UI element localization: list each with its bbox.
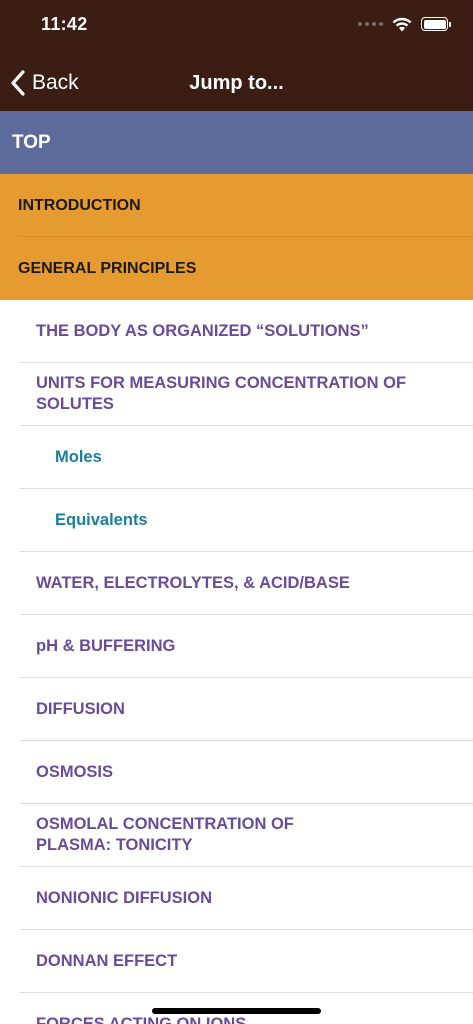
list-item[interactable]: OSMOLAL CONCENTRATION OF PLASMA: TONICIT… [19, 804, 473, 867]
list-item[interactable]: Moles [19, 426, 473, 489]
list-item-label: OSMOSIS [36, 762, 114, 781]
list-item-label: DONNAN EFFECT [36, 951, 178, 970]
section-top[interactable]: TOP [0, 111, 473, 174]
page-title: Jump to... [189, 72, 284, 94]
list-item-label: THE BODY AS ORGANIZED “SOLUTIONS” [36, 321, 369, 340]
list-item[interactable]: UNITS FOR MEASURING CONCENTRATION OF SOL… [19, 363, 473, 426]
list-item[interactable]: Equivalents [19, 489, 473, 552]
list-item[interactable]: DONNAN EFFECT [19, 930, 473, 993]
list-item-label: Moles [55, 447, 102, 466]
list-item[interactable]: OSMOSIS [19, 741, 473, 804]
section-general-principles[interactable]: GENERAL PRINCIPLES [0, 237, 473, 300]
list-item[interactable]: pH & BUFFERING [19, 615, 473, 678]
status-time: 11:42 [41, 14, 88, 34]
toc-list: THE BODY AS ORGANIZED “SOLUTIONS” UNITS … [0, 300, 473, 1024]
navigation-header: 11:42 Back Jump to... [0, 0, 473, 111]
list-item[interactable]: NONIONIC DIFFUSION [19, 867, 473, 930]
home-indicator[interactable] [152, 1008, 321, 1014]
section-introduction-label: INTRODUCTION [18, 196, 141, 214]
list-item[interactable]: DIFFUSION [19, 678, 473, 741]
cellular-signal-icon [358, 22, 383, 26]
list-item-label: WATER, ELECTROLYTES, & ACID/BASE [36, 573, 350, 592]
list-item-label: DIFFUSION [36, 699, 125, 718]
section-top-label: TOP [12, 131, 51, 153]
status-indicators [358, 16, 451, 32]
list-item-label: UNITS FOR MEASURING CONCENTRATION OF SOL… [36, 374, 407, 413]
list-item-label: NONIONIC DIFFUSION [36, 888, 212, 907]
section-general-principles-label: GENERAL PRINCIPLES [18, 259, 197, 277]
list-item-label: Equivalents [55, 510, 148, 529]
list-item-label: OSMOLAL CONCENTRATION OF PLASMA: TONICIT… [36, 815, 294, 854]
list-item-label: pH & BUFFERING [36, 636, 176, 655]
list-item[interactable]: WATER, ELECTROLYTES, & ACID/BASE [19, 552, 473, 615]
list-item-label: FORCES ACTING ON IONS [36, 1014, 247, 1024]
list-item[interactable]: THE BODY AS ORGANIZED “SOLUTIONS” [19, 300, 473, 363]
section-introduction[interactable]: INTRODUCTION [0, 174, 473, 237]
battery-icon [421, 17, 451, 31]
wifi-icon [392, 17, 412, 31]
